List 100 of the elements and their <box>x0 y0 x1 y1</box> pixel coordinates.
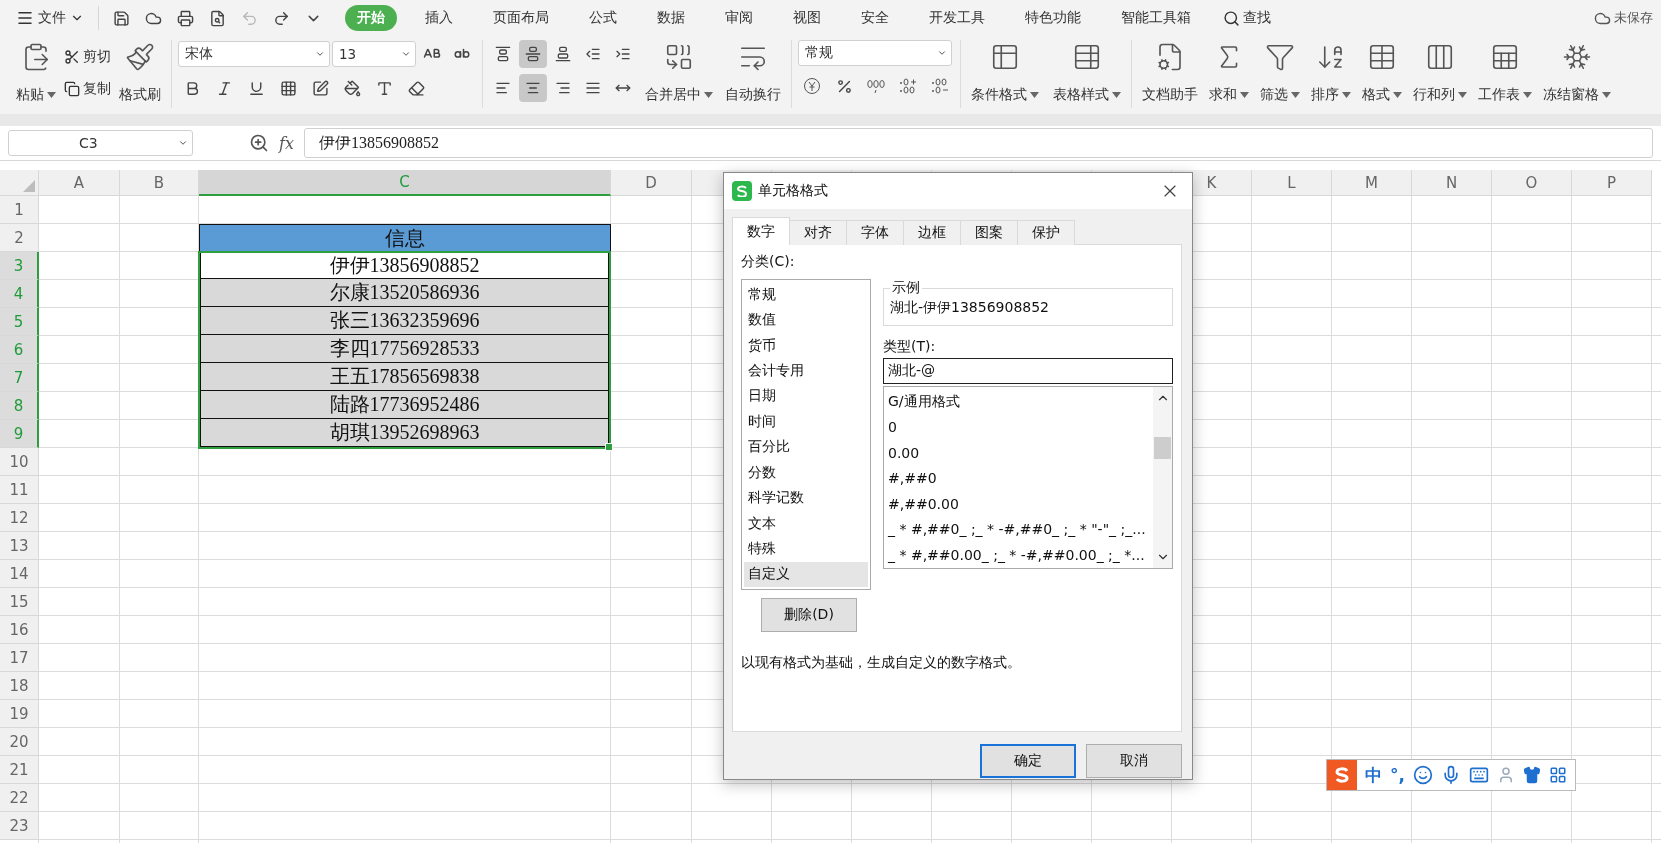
dialog-tab[interactable]: 保护 <box>1017 220 1075 245</box>
format-item[interactable]: 0.00 <box>888 440 1149 466</box>
caret-icon <box>1240 92 1249 98</box>
category-item[interactable]: 自定义 <box>744 561 868 588</box>
category-item[interactable]: 百分比 <box>744 434 868 460</box>
row-header[interactable]: 22 <box>0 784 39 812</box>
category-list[interactable]: 常规 数值 货币 会计专用 日期 时间 百分比 分数 科学记数 文本 特殊 自定义 <box>741 279 871 590</box>
category-item[interactable]: 时间 <box>744 409 868 435</box>
ribbon-tab[interactable]: 视图 <box>781 5 833 31</box>
row-header[interactable]: 14 <box>0 560 39 588</box>
brush-icon <box>125 42 155 72</box>
ribbon-tab[interactable]: 智能工具箱 <box>1109 5 1203 31</box>
delete-button[interactable]: 删除(D) <box>761 598 857 632</box>
format-item[interactable]: #,##0 <box>888 465 1149 491</box>
row-header[interactable]: 13 <box>0 532 39 560</box>
format-item[interactable]: _ * #,##0_ ;_ * -#,##0_ ;_ * "-"_ ;_... <box>888 516 1149 542</box>
cancel-button[interactable]: 取消 <box>1086 744 1182 778</box>
ribbon-tab[interactable]: 公式 <box>577 5 629 31</box>
dialog-tab[interactable]: 对齐 <box>789 220 847 245</box>
ribbon-tab[interactable]: 安全 <box>849 5 901 31</box>
row-header[interactable]: 23 <box>0 812 39 840</box>
ribbon-tab[interactable]: 审阅 <box>713 5 765 31</box>
row-header[interactable]: 2 <box>0 224 39 252</box>
caret-icon <box>937 48 947 58</box>
type-field[interactable]: 湖北-@ <box>883 358 1173 384</box>
file-menu[interactable]: 文件 <box>10 4 90 32</box>
formula-field[interactable]: 伊伊13856908852 <box>303 128 1653 158</box>
keyboard-icon[interactable] <box>1468 765 1489 785</box>
input-mode-toggle[interactable]: 中 <box>1365 763 1382 787</box>
decrease-decimal-icon <box>930 77 950 95</box>
scroll-thumb[interactable] <box>1154 436 1171 459</box>
row-header[interactable]: 1 <box>0 196 39 224</box>
wrap-text-button[interactable]: 自动换行 <box>721 40 785 106</box>
number-format-select[interactable]: 常规 <box>798 40 952 66</box>
row-header[interactable]: 11 <box>0 476 39 504</box>
row-header[interactable]: 20 <box>0 728 39 756</box>
category-item[interactable]: 货币 <box>744 332 868 359</box>
freeze-button[interactable]: 冻结窗格 <box>1539 40 1615 106</box>
format-painter-button[interactable]: 格式刷 <box>115 40 165 106</box>
conditional-format-button[interactable]: 条件格式 <box>967 40 1043 106</box>
table-button[interactable]: 格式 <box>1358 40 1406 106</box>
row-header[interactable]: 15 <box>0 588 39 616</box>
category-item[interactable]: 日期 <box>744 383 868 410</box>
ribbon-tab[interactable]: 插入 <box>413 5 465 31</box>
paste-button[interactable]: 粘贴 <box>12 40 60 106</box>
ribbon-tab[interactable]: 特色功能 <box>1013 5 1093 31</box>
row-header[interactable]: 12 <box>0 504 39 532</box>
dialog-tab[interactable]: 字体 <box>846 220 904 245</box>
function-label: fx <box>279 133 294 153</box>
document-wrench-button[interactable]: 文档助手 <box>1138 40 1202 106</box>
font-name-select[interactable]: 宋体 <box>178 41 330 67</box>
format-item[interactable]: 0 <box>888 414 1149 440</box>
shirt-icon[interactable] <box>1522 766 1541 784</box>
format-item[interactable]: _ * #,##0.00_ ;_ * -#,##0.00_ ;_ *... <box>888 542 1149 568</box>
merge-center-button[interactable]: 合并居中 <box>641 40 717 106</box>
format-item[interactable]: #,##0.00 <box>888 491 1149 517</box>
dialog-tab[interactable]: 数字 <box>732 217 790 245</box>
select-all-icon <box>23 180 35 192</box>
row-header[interactable]: 10 <box>0 448 39 476</box>
format-item[interactable]: G/通用格式 <box>888 389 1149 415</box>
ok-button[interactable]: 确定 <box>980 744 1076 778</box>
sort-button[interactable]: 排序 <box>1307 40 1355 106</box>
cut-button[interactable]: 剪切 <box>62 46 113 68</box>
row-header[interactable]: 18 <box>0 672 39 700</box>
category-item[interactable]: 常规 <box>744 282 868 308</box>
dialog-tab[interactable]: 边框 <box>903 220 961 245</box>
sigma-button[interactable]: 求和 <box>1205 40 1253 106</box>
dialog-tab[interactable]: 图案 <box>960 220 1018 245</box>
ribbon-tab[interactable]: 开发工具 <box>917 5 997 31</box>
copy-button[interactable]: 复制 <box>62 78 113 100</box>
row-header[interactable]: 19 <box>0 700 39 728</box>
category-item[interactable]: 数值 <box>744 307 868 333</box>
row-header[interactable]: 16 <box>0 616 39 644</box>
punctuation-toggle[interactable]: °, <box>1390 765 1405 785</box>
category-item[interactable]: 会计专用 <box>744 358 868 384</box>
emoji-icon[interactable] <box>1412 765 1433 785</box>
font-color-icon <box>375 79 393 97</box>
columns-icon <box>1425 42 1455 72</box>
name-box[interactable]: C3 <box>8 130 193 156</box>
category-item[interactable]: 文本 <box>744 510 868 537</box>
align-middle-button[interactable] <box>519 40 547 68</box>
sheet-button[interactable]: 工作表 <box>1474 40 1536 106</box>
filter-button[interactable]: 筛选 <box>1256 40 1304 106</box>
row-header[interactable]: 17 <box>0 644 39 672</box>
ribbon-tab[interactable]: 数据 <box>645 5 697 31</box>
ribbon-tab[interactable]: 页面布局 <box>481 5 561 31</box>
category-item[interactable]: 特殊 <box>744 536 868 562</box>
row-header[interactable]: 21 <box>0 756 39 784</box>
column-header: D <box>611 170 692 196</box>
table-style-button[interactable]: 表格样式 <box>1049 40 1125 106</box>
category-item[interactable]: 科学记数 <box>744 485 868 511</box>
columns-button[interactable]: 行和列 <box>1409 40 1471 106</box>
grid-icon[interactable] <box>1548 766 1567 784</box>
category-item[interactable]: 分数 <box>744 459 868 486</box>
fill-color-icon <box>343 79 361 97</box>
align-center-button[interactable] <box>519 74 547 102</box>
fill-handle[interactable] <box>605 443 613 451</box>
caret-icon <box>1291 92 1300 98</box>
search-button[interactable]: 查找 <box>1221 7 1273 29</box>
font-size-select[interactable]: 13 <box>332 41 416 67</box>
